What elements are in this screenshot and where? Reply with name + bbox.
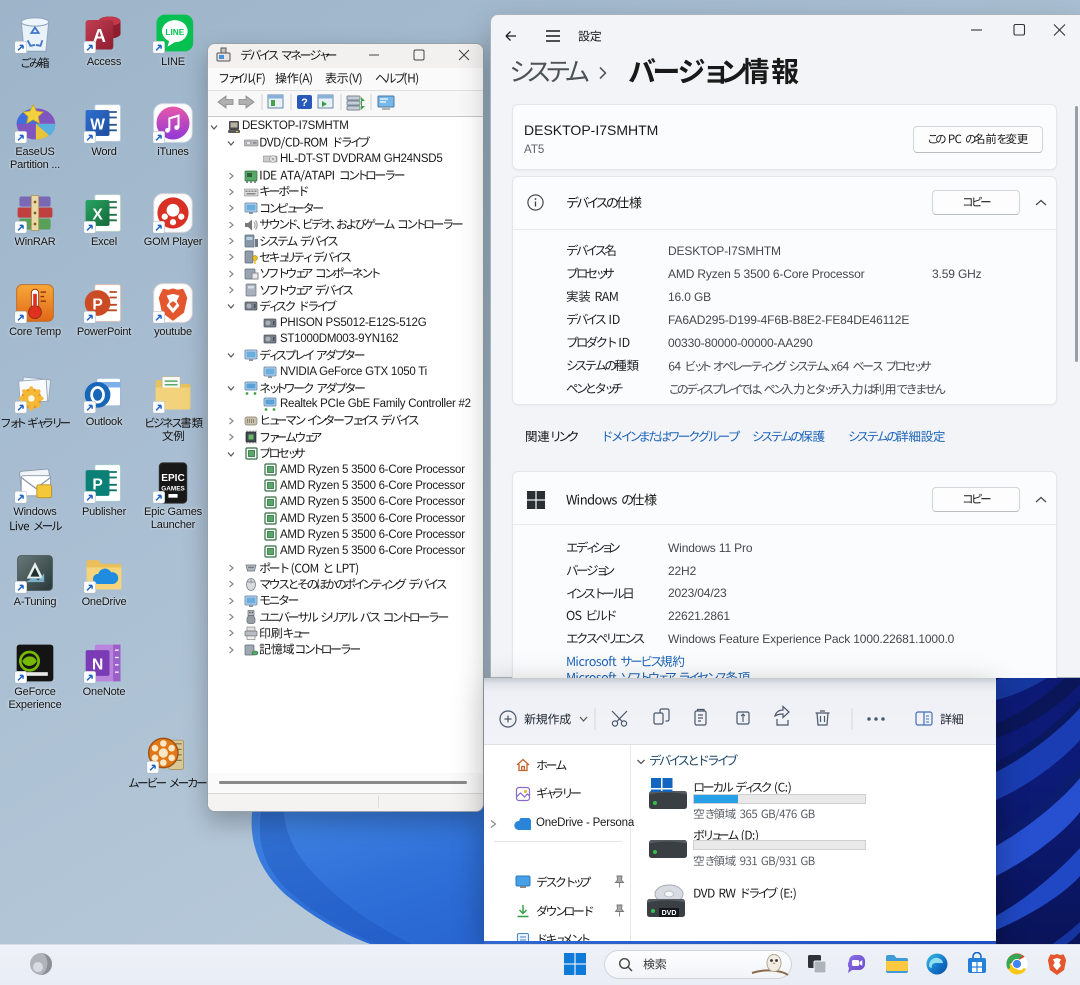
- svg-text:EPIC: EPIC: [161, 473, 185, 484]
- svg-text:P: P: [92, 476, 102, 493]
- svg-text:P: P: [92, 296, 102, 313]
- svg-text:DVD: DVD: [662, 910, 677, 917]
- svg-text:GAMES: GAMES: [161, 485, 185, 492]
- svg-text:W: W: [90, 116, 105, 133]
- svg-text:X: X: [92, 206, 103, 223]
- svg-text:N: N: [92, 656, 103, 673]
- svg-text:LINE: LINE: [165, 28, 184, 37]
- svg-text:?: ?: [301, 97, 308, 109]
